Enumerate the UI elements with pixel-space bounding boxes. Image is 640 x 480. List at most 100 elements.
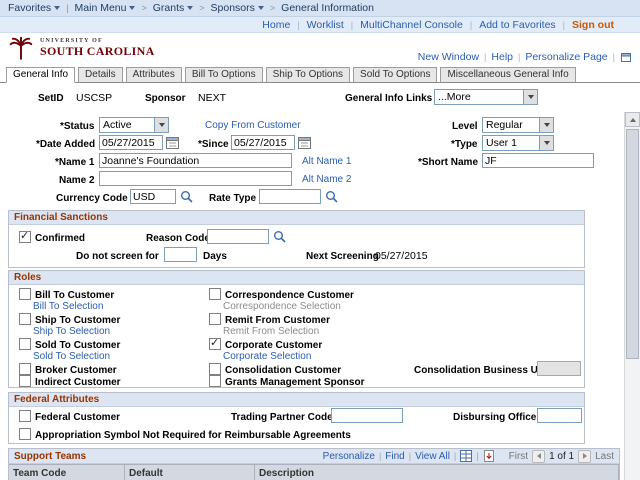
short-name-label: *Short Name	[418, 157, 479, 168]
rate-type-input[interactable]	[259, 189, 321, 204]
grid-toolbar: Personalize Find View All	[323, 449, 614, 463]
broker-customer-checkbox[interactable]	[19, 363, 31, 375]
status-select[interactable]: Active	[99, 117, 169, 133]
sponsor-label: Sponsor	[145, 93, 186, 104]
view-all-link[interactable]: View All	[415, 451, 450, 462]
scroll-up-button[interactable]	[625, 112, 640, 127]
correspondence-customer-checkbox[interactable]	[209, 288, 221, 300]
personalize-link[interactable]: Personalize	[323, 451, 375, 462]
do-not-screen-input[interactable]	[164, 247, 197, 262]
dropdown-arrow-icon	[539, 136, 553, 150]
first-link[interactable]: First	[509, 451, 528, 462]
next-screening-value: 05/27/2015	[375, 250, 428, 262]
financial-sanctions-header: Financial Sanctions	[9, 211, 584, 225]
prev-page-icon[interactable]	[532, 449, 546, 463]
currency-code-label: Currency Code	[56, 193, 128, 204]
alt-name1-link[interactable]: Alt Name 1	[302, 156, 351, 167]
consolidation-business-unit-input	[537, 361, 581, 376]
alt-name2-link[interactable]: Alt Name 2	[302, 174, 351, 185]
consolidation-customer-checkbox[interactable]	[209, 363, 221, 375]
find-link[interactable]: Find	[385, 451, 404, 462]
setid-value: USCSP	[76, 92, 113, 104]
vertical-scrollbar[interactable]	[624, 112, 640, 480]
financial-sanctions-title: Financial Sanctions	[14, 212, 108, 223]
status-label: *Status	[60, 121, 95, 132]
level-select[interactable]: Regular	[482, 117, 554, 133]
corporate-customer-checkbox[interactable]	[209, 336, 221, 350]
separator	[454, 451, 456, 462]
appropriation-symbol-label: Appropriation Symbol Not Required for Re…	[35, 430, 351, 441]
column-description: Description	[255, 465, 619, 480]
scroll-up-icon	[629, 117, 636, 122]
federal-attributes-header: Federal Attributes	[9, 393, 584, 407]
bill-to-selection-link[interactable]: Bill To Selection	[33, 301, 103, 312]
type-select[interactable]: User 1	[482, 135, 554, 151]
do-not-screen-label: Do not screen for	[76, 251, 159, 262]
remit-from-customer-checkbox[interactable]	[209, 313, 221, 325]
next-page-icon[interactable]	[578, 449, 592, 463]
type-label: *Type	[451, 139, 478, 150]
short-name-input[interactable]	[482, 153, 594, 168]
dropdown-arrow-icon	[539, 118, 553, 132]
page-indicator: 1 of 1	[549, 450, 575, 462]
separator	[409, 451, 411, 462]
separator	[379, 451, 381, 462]
ship-to-customer-checkbox[interactable]	[19, 313, 31, 325]
ship-to-selection-link[interactable]: Ship To Selection	[33, 326, 110, 337]
reason-code-input[interactable]	[207, 229, 269, 244]
lookup-icon[interactable]	[180, 190, 193, 203]
corporate-selection-link[interactable]: Corporate Selection	[223, 351, 311, 362]
date-added-input[interactable]	[99, 135, 163, 150]
setid-label: SetID	[38, 93, 64, 104]
general-info-links-select[interactable]: ...More	[434, 89, 538, 105]
trading-partner-code-input[interactable]	[331, 408, 403, 423]
sold-to-selection-link[interactable]: Sold To Selection	[33, 351, 110, 362]
zoom-grid-icon[interactable]	[460, 450, 473, 462]
calendar-icon[interactable]	[298, 136, 311, 149]
name1-input[interactable]	[99, 153, 292, 168]
support-teams-grid: Support Teams Personalize Find View All	[8, 448, 620, 480]
dropdown-arrow-icon	[154, 118, 168, 132]
dropdown-arrow-icon	[523, 90, 537, 104]
general-info-form: SetID USCSP Sponsor NEXT General Info Li…	[0, 0, 624, 480]
federal-attributes-groupbox: Federal Attributes Federal Customer Trad…	[8, 392, 585, 444]
federal-attributes-title: Federal Attributes	[14, 394, 100, 405]
calendar-icon[interactable]	[166, 136, 179, 149]
selected-value: ...More	[438, 91, 471, 103]
disbursing-office-label: Disbursing Office	[453, 412, 537, 423]
appropriation-symbol-checkbox[interactable]	[19, 428, 31, 440]
currency-code-input[interactable]	[130, 189, 176, 204]
roles-groupbox: Roles Bill To Customer Bill To Selection…	[8, 270, 585, 388]
bill-to-customer-checkbox[interactable]	[19, 288, 31, 300]
lookup-icon[interactable]	[273, 230, 286, 243]
lookup-icon[interactable]	[325, 190, 338, 203]
sold-to-customer-checkbox[interactable]	[19, 338, 31, 350]
copy-from-customer-link[interactable]: Copy From Customer	[205, 120, 301, 131]
roles-header: Roles	[9, 271, 584, 285]
grants-management-sponsor-label: Grants Management Sponsor	[225, 377, 365, 388]
general-info-links-label: General Info Links	[345, 93, 433, 104]
support-teams-title: Support Teams	[14, 450, 87, 462]
selected-value: Regular	[486, 119, 523, 131]
disbursing-office-input[interactable]	[537, 408, 582, 423]
support-teams-grid-header: Team Code Default Description	[9, 464, 619, 480]
download-icon[interactable]	[483, 450, 495, 462]
scroll-thumb[interactable]	[626, 129, 639, 359]
grants-management-sponsor-checkbox[interactable]	[209, 375, 221, 387]
federal-customer-checkbox[interactable]	[19, 410, 31, 422]
reason-code-label: Reason Code	[146, 233, 210, 244]
financial-sanctions-groupbox: Financial Sanctions Confirmed Reason Cod…	[8, 210, 585, 268]
days-label: Days	[203, 251, 227, 262]
since-input[interactable]	[231, 135, 295, 150]
separator	[476, 451, 478, 462]
name2-input[interactable]	[99, 171, 292, 186]
remit-from-selection-text: Remit From Selection	[223, 326, 320, 337]
column-default: Default	[125, 465, 255, 480]
indirect-customer-checkbox[interactable]	[19, 375, 31, 387]
last-link[interactable]: Last	[595, 451, 614, 462]
indirect-customer-label: Indirect Customer	[35, 377, 121, 388]
confirmed-checkbox[interactable]	[19, 229, 31, 243]
peoplesoft-window: Favorites Main Menu Grants Sponsors Gene…	[0, 0, 640, 480]
correspondence-selection-text: Correspondence Selection	[223, 301, 341, 312]
sponsor-value: NEXT	[198, 92, 227, 104]
